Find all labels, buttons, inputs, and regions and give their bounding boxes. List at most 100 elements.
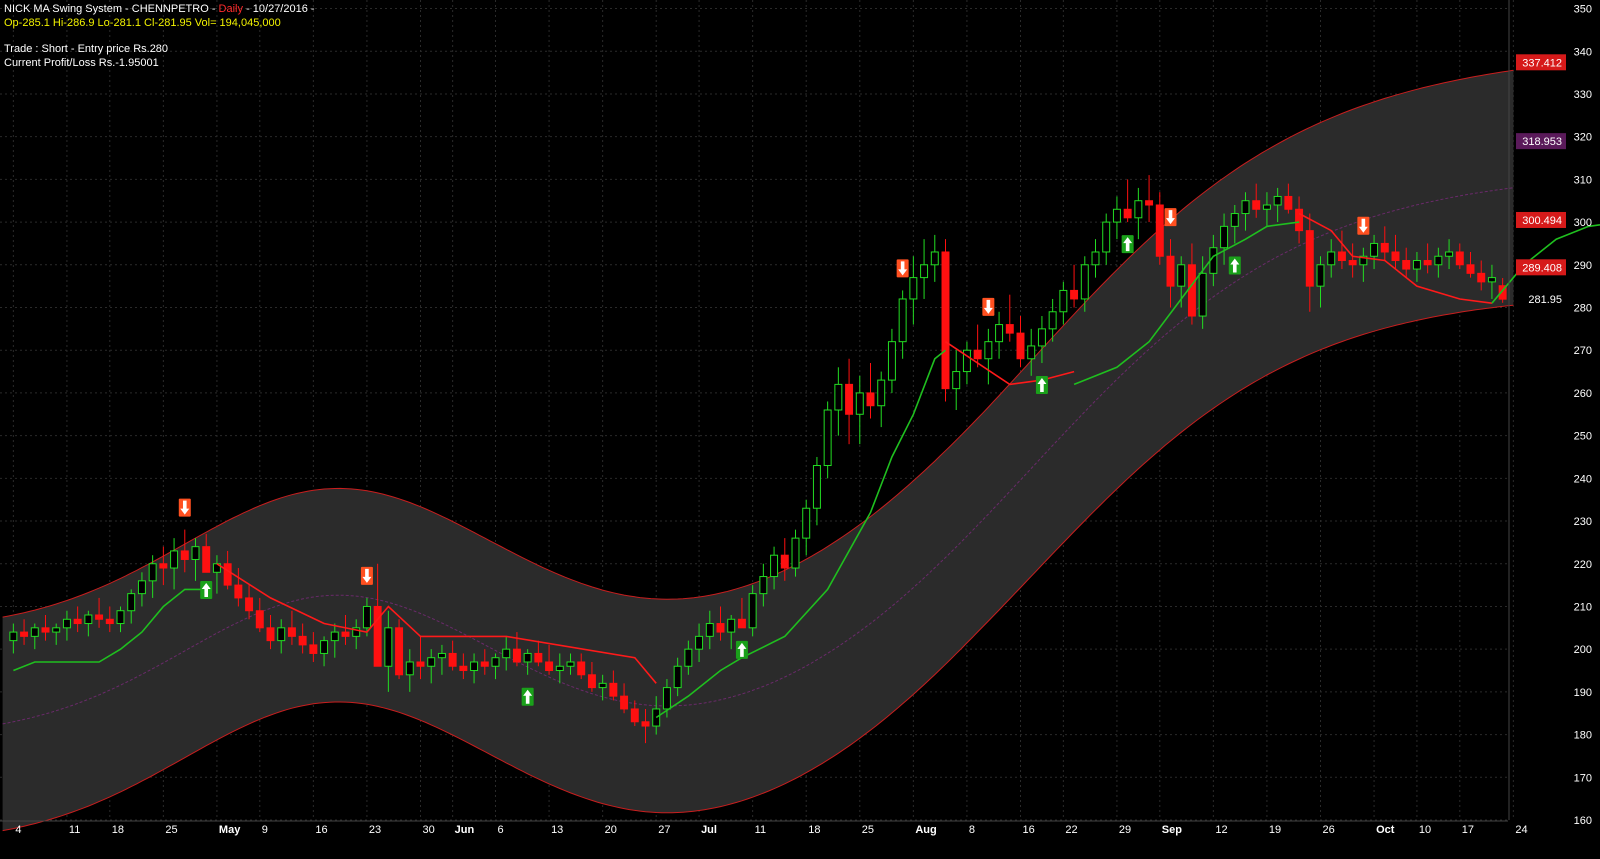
candle-body xyxy=(20,631,29,637)
candle-body xyxy=(620,695,629,710)
date-tick-label: 29 xyxy=(1119,824,1131,836)
candle-body xyxy=(395,627,404,676)
price-tick-label: 210 xyxy=(1574,601,1592,613)
candle-body xyxy=(1380,242,1389,253)
candle-body xyxy=(866,392,875,407)
candle-body xyxy=(437,652,446,659)
candle-body xyxy=(30,627,39,637)
price-tick-label: 280 xyxy=(1574,303,1592,315)
price-tick-label: 160 xyxy=(1574,815,1592,827)
candle-body xyxy=(1070,289,1079,300)
candle-body xyxy=(1241,200,1250,215)
candle-body xyxy=(459,665,468,672)
price-tick-label: 270 xyxy=(1574,345,1592,357)
candle-body xyxy=(587,674,596,689)
date-label: - 10/27/2016 - xyxy=(246,3,315,15)
candle-body xyxy=(855,392,864,415)
candle-body xyxy=(105,618,114,625)
price-tick-label: 320 xyxy=(1574,132,1592,144)
candle-body xyxy=(330,631,339,642)
candle-body xyxy=(780,554,789,569)
date-tick-label: 9 xyxy=(262,824,268,836)
candle-body xyxy=(95,614,104,620)
candle-body xyxy=(877,379,886,407)
candle-body xyxy=(427,657,436,667)
candle-body xyxy=(73,618,82,625)
candle-body xyxy=(952,371,961,390)
candle-body xyxy=(1102,221,1111,253)
candle-body xyxy=(1337,251,1346,262)
candle-body xyxy=(1091,251,1100,266)
date-tick-label: 22 xyxy=(1065,824,1077,836)
candle-body xyxy=(1434,255,1443,266)
candle-body xyxy=(555,665,564,672)
candle-body xyxy=(823,409,832,467)
candle-body xyxy=(791,537,800,569)
date-tick-label: 25 xyxy=(165,824,177,836)
date-tick-label: 13 xyxy=(551,824,563,836)
candle-body xyxy=(1112,208,1121,223)
price-marker-text: 289.408 xyxy=(1522,262,1562,274)
price-marker-text: 318.953 xyxy=(1522,136,1562,148)
candle-body xyxy=(1252,200,1261,210)
candle-body xyxy=(298,635,307,646)
candle-body xyxy=(245,597,254,612)
date-tick-label: 10 xyxy=(1419,824,1431,836)
candle-body xyxy=(1005,324,1014,334)
price-tick-label: 290 xyxy=(1574,260,1592,272)
candle-body xyxy=(1166,255,1175,287)
candle-body xyxy=(845,383,854,415)
candle-body xyxy=(684,648,693,667)
candle-body xyxy=(405,661,414,676)
candle-body xyxy=(416,661,425,667)
date-tick-label: 16 xyxy=(315,824,327,836)
candle-body xyxy=(566,661,575,667)
date-tick-label: 20 xyxy=(605,824,617,836)
date-tick-label: 25 xyxy=(862,824,874,836)
date-tick-label: Aug xyxy=(915,824,936,836)
candle-body xyxy=(1316,264,1325,287)
candle-body xyxy=(748,593,757,629)
candle-body xyxy=(759,576,768,595)
candle-body xyxy=(287,627,296,637)
candle-body xyxy=(116,610,125,625)
candle-body xyxy=(887,341,896,381)
candle-body xyxy=(1284,195,1293,210)
candle-body xyxy=(84,614,93,625)
price-chart[interactable]: 160 170 180 190 200 210 220 230 240 250 260 270 280 2… xyxy=(0,0,1600,854)
candle-body xyxy=(1348,260,1357,266)
candle-body xyxy=(1455,251,1464,266)
date-tick-label: 12 xyxy=(1215,824,1227,836)
candle-body xyxy=(695,635,704,650)
candle-body xyxy=(716,623,725,633)
candle-body xyxy=(234,584,243,599)
candle-body xyxy=(705,623,714,637)
candle-body xyxy=(1487,277,1496,283)
date-tick-label: 6 xyxy=(498,824,504,836)
candle-body xyxy=(1477,272,1486,283)
candle-body xyxy=(641,721,650,727)
chart-container[interactable]: 160 170 180 190 200 210 220 230 240 250 260 270 280 2… xyxy=(0,0,1600,854)
system-name: NICK MA Swing System - CHENNPETRO - xyxy=(4,3,216,15)
price-tick-label: 240 xyxy=(1574,473,1592,485)
candle-body xyxy=(159,563,168,569)
candle-body xyxy=(362,605,371,629)
candle-body xyxy=(1177,264,1186,287)
date-tick-label: 8 xyxy=(969,824,975,836)
candle-body xyxy=(202,546,211,573)
candle-body xyxy=(309,644,318,654)
price-tick-label: 180 xyxy=(1574,730,1592,742)
date-tick-label: 19 xyxy=(1269,824,1281,836)
candle-body xyxy=(920,264,929,279)
candle-body xyxy=(1037,328,1046,347)
date-tick-label: 23 xyxy=(369,824,381,836)
date-tick-label: Jun xyxy=(455,824,475,836)
date-tick-label: Jul xyxy=(701,824,717,836)
candle-body xyxy=(1155,204,1164,257)
ohlc-readout: Op-285.1 Hi-286.9 Lo-281.1 Cl-281.95 Vol… xyxy=(4,17,281,29)
candle-body xyxy=(320,640,329,654)
candle-body xyxy=(1402,260,1411,270)
candle-body xyxy=(1273,195,1282,206)
candle-body xyxy=(1262,204,1271,210)
candle-body xyxy=(255,610,264,629)
